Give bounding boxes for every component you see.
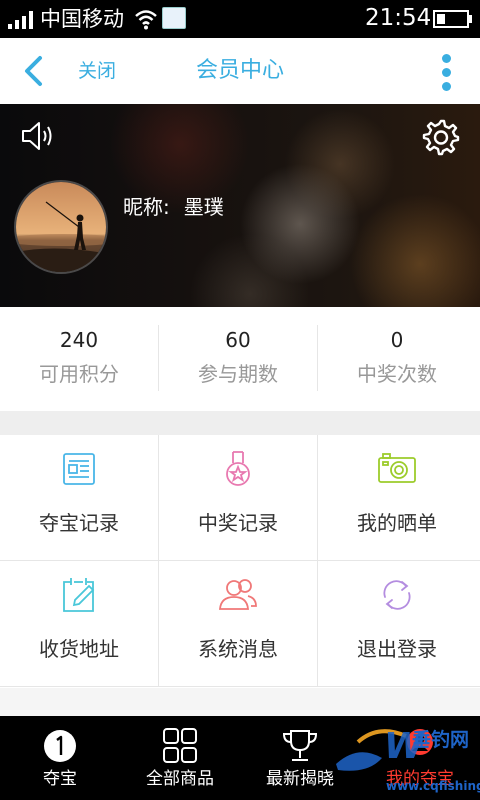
tab-label: 我的夺宝 bbox=[386, 769, 454, 789]
battery-tip bbox=[469, 15, 472, 23]
nav-bar: 关闭 会员中心 bbox=[0, 38, 480, 104]
menu-logout[interactable]: 退出登录 bbox=[318, 561, 476, 687]
notification-app-icon bbox=[162, 7, 186, 29]
stat-participation-count[interactable]: 60 参与期数 bbox=[159, 325, 317, 395]
signal-icon bbox=[8, 11, 33, 29]
tab-label: 全部商品 bbox=[146, 769, 214, 789]
menu-shipping-address[interactable]: 收货地址 bbox=[0, 561, 158, 687]
tab-treasure[interactable]: 夺宝 bbox=[0, 716, 120, 800]
tab-all-products[interactable]: 全部商品 bbox=[120, 716, 240, 800]
stat-value: 240 bbox=[59, 328, 99, 352]
stat-available-points[interactable]: 240 可用积分 bbox=[0, 325, 158, 395]
menu-label: 夺宝记录 bbox=[39, 511, 119, 535]
menu-label: 收货地址 bbox=[39, 637, 119, 661]
section-divider bbox=[0, 411, 480, 435]
wifi-icon bbox=[135, 10, 157, 30]
nickname: 昵称: 墨璞 bbox=[123, 192, 224, 222]
tab-label: 夺宝 bbox=[43, 769, 77, 789]
stat-label: 参与期数 bbox=[198, 362, 278, 386]
settings-gear-icon[interactable] bbox=[422, 118, 460, 156]
more-menu-icon[interactable] bbox=[432, 52, 462, 92]
stat-label: 中奖次数 bbox=[357, 362, 437, 386]
menu-label: 退出登录 bbox=[357, 637, 437, 661]
document-icon bbox=[63, 453, 95, 485]
avatar-image bbox=[16, 182, 106, 272]
camera-icon bbox=[378, 453, 416, 483]
page-title: 会员中心 bbox=[195, 58, 284, 83]
avatar[interactable] bbox=[14, 180, 108, 274]
clock: 21:54 bbox=[365, 5, 432, 31]
nickname-label: 昵称: bbox=[123, 195, 170, 219]
battery-icon bbox=[433, 10, 469, 28]
menu-system-messages[interactable]: 系统消息 bbox=[159, 561, 317, 687]
medal-icon bbox=[226, 451, 250, 486]
speaker-icon[interactable] bbox=[20, 120, 56, 152]
stat-label: 可用积分 bbox=[39, 362, 119, 386]
profile-banner: 昵称: 墨璞 bbox=[0, 104, 480, 307]
footer-spacer bbox=[0, 688, 480, 716]
menu-label: 系统消息 bbox=[198, 637, 278, 661]
refresh-icon bbox=[383, 580, 411, 610]
stats-row: 240 可用积分 60 参与期数 0 中奖次数 bbox=[0, 307, 480, 411]
menu-treasure-records[interactable]: 夺宝记录 bbox=[0, 435, 158, 561]
stat-value: 60 bbox=[225, 328, 251, 352]
tab-latest-reveal[interactable]: 最新揭晓 bbox=[240, 716, 360, 800]
trophy-icon bbox=[282, 730, 318, 761]
status-bar: 中国移动 21:54 bbox=[0, 0, 480, 38]
carrier-name: 中国移动 bbox=[40, 7, 124, 31]
menu-label: 我的晒单 bbox=[357, 511, 437, 535]
tab-label: 最新揭晓 bbox=[266, 769, 334, 789]
number-one-icon bbox=[44, 730, 76, 762]
stat-value: 0 bbox=[390, 328, 404, 352]
grid-icon bbox=[163, 728, 197, 763]
users-icon bbox=[219, 579, 257, 610]
stat-win-count[interactable]: 0 中奖次数 bbox=[318, 325, 476, 395]
profile-icon bbox=[407, 729, 433, 755]
menu-my-showcase[interactable]: 我的晒单 bbox=[318, 435, 476, 561]
tab-my-treasure[interactable]: 我的夺宝 bbox=[360, 716, 480, 800]
nickname-value: 墨璞 bbox=[183, 195, 224, 219]
menu-grid: 夺宝记录 中奖记录 我的晒单 收货地址 系统消息 退出登录 bbox=[0, 435, 480, 687]
menu-label: 中奖记录 bbox=[198, 511, 278, 535]
edit-calendar-icon bbox=[63, 578, 95, 612]
menu-win-records[interactable]: 中奖记录 bbox=[159, 435, 317, 561]
bottom-tab-bar: 夺宝 全部商品 最新揭晓 我的夺宝 bbox=[0, 716, 480, 800]
